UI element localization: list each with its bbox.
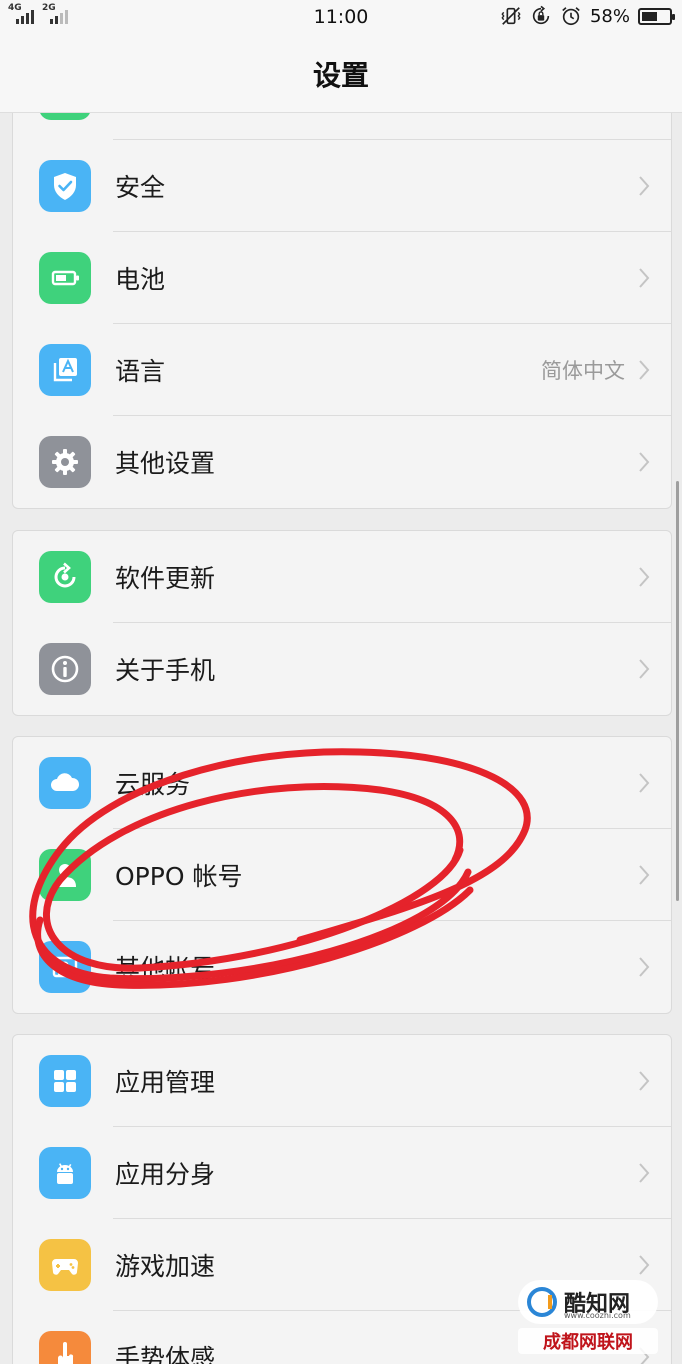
language-icon (39, 344, 91, 396)
info-icon (39, 643, 91, 695)
settings-item-label: 语言 (115, 357, 166, 386)
scrollbar[interactable] (676, 481, 679, 901)
settings-item-security[interactable]: 安全 (13, 140, 671, 232)
user-icon (39, 849, 91, 901)
svg-text:成都网联网: 成都网联网 (543, 1331, 633, 1353)
status-bar: 4G 2G 11:00 58% (0, 0, 682, 36)
settings-item-app-clone[interactable]: 应用分身 (13, 1127, 671, 1219)
settings-group-system: 软件更新 关于手机 (12, 530, 672, 716)
chevron-right-icon (639, 957, 650, 977)
cloud-icon (39, 757, 91, 809)
app-clone-icon (39, 1147, 91, 1199)
watermark-badge: 酷知网 www.coozhi.com (518, 1280, 658, 1324)
chevron-right-icon (639, 268, 650, 288)
chevron-right-icon (639, 865, 650, 885)
gamepad-icon (39, 1239, 91, 1291)
settings-item-app-management[interactable]: 应用管理 (13, 1035, 671, 1127)
vibrate-icon (501, 7, 521, 25)
settings-item-label: OPPO 帐号 (115, 862, 243, 891)
chevron-right-icon (639, 452, 650, 472)
watermark-logo-icon (527, 1287, 557, 1317)
status-icons: 58% (500, 5, 675, 27)
gear-icon (39, 436, 91, 488)
settings-item-label: 应用管理 (115, 1068, 216, 1097)
battery-level-fill (642, 11, 657, 21)
settings-item-software-update[interactable]: 软件更新 (13, 531, 671, 623)
rotation-lock-icon (532, 5, 550, 25)
chevron-right-icon (639, 1071, 650, 1091)
settings-item-label: 软件更新 (115, 564, 216, 593)
update-icon (39, 551, 91, 603)
apps-grid-icon (39, 1055, 91, 1107)
title-bar: 设置 (0, 36, 682, 113)
watermark-site-logo: 成都网联网 (518, 1328, 658, 1354)
settings-group-previous: 安全 电池 语言 简体中文 其他设置 (12, 113, 672, 509)
battery-icon (39, 252, 91, 304)
chevron-right-icon (639, 360, 650, 380)
settings-item-label: 云服务 (115, 770, 191, 799)
chevron-right-icon (639, 1255, 650, 1275)
settings-item-label: 手势体感 (115, 1344, 216, 1364)
chevron-right-icon (639, 567, 650, 587)
watermark-url: www.coozhi.com (564, 1311, 631, 1320)
settings-item-partial-icon (39, 113, 91, 120)
gesture-hand-icon (39, 1331, 91, 1364)
settings-item-label: 其他帐号 (115, 954, 216, 983)
settings-list[interactable]: 安全 电池 语言 简体中文 其他设置 软件更新 关于手机 云服务 OPPO 帐号… (0, 113, 682, 1364)
battery-icon (638, 7, 675, 25)
page-title: 设置 (312, 59, 369, 92)
settings-item-label: 关于手机 (115, 656, 216, 685)
alarm-icon (562, 7, 580, 26)
settings-item-cloud-service[interactable]: 云服务 (13, 737, 671, 829)
settings-item-label: 游戏加速 (115, 1252, 216, 1281)
settings-item-label: 其他设置 (115, 449, 216, 478)
settings-group-accounts: 云服务 OPPO 帐号 其他帐号 (12, 736, 672, 1014)
settings-item-language[interactable]: 语言 简体中文 (13, 324, 671, 416)
battery-percent: 58% (589, 5, 630, 27)
chevron-right-icon (639, 176, 650, 196)
chevron-right-icon (639, 659, 650, 679)
settings-item-about-phone[interactable]: 关于手机 (13, 623, 671, 715)
settings-item-other-accounts[interactable]: 其他帐号 (13, 921, 671, 1013)
settings-item-other-settings[interactable]: 其他设置 (13, 416, 671, 508)
shield-icon (39, 160, 91, 212)
settings-item-label: 电池 (115, 265, 166, 294)
settings-item-label: 安全 (115, 173, 166, 202)
settings-item-battery[interactable]: 电池 (13, 232, 671, 324)
chevron-right-icon (639, 773, 650, 793)
settings-item-label: 应用分身 (115, 1160, 216, 1189)
chevron-right-icon (639, 1163, 650, 1183)
accounts-icon (39, 941, 91, 993)
settings-item-oppo-account[interactable]: OPPO 帐号 (13, 829, 671, 921)
settings-item-partial[interactable] (13, 113, 671, 140)
watermark: 酷知网 www.coozhi.com 成都网联网 (518, 1280, 658, 1354)
language-value: 简体中文 (541, 359, 625, 383)
